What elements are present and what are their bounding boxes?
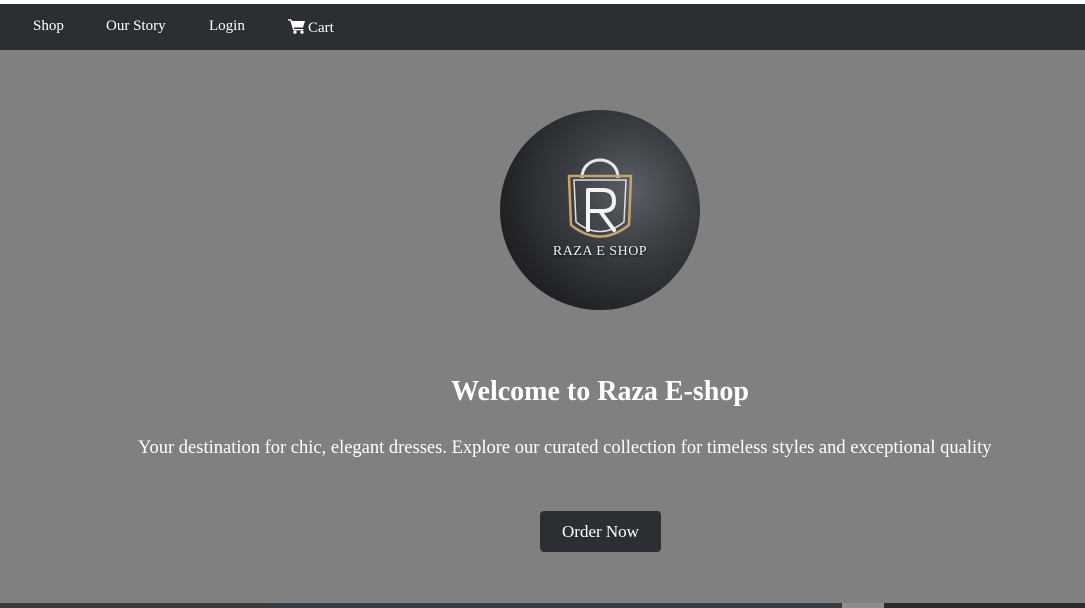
hero-subtitle: Your destination for chic, elegant dress… [138, 438, 992, 458]
brand-logo: RAZA E SHOP [500, 110, 700, 310]
cart-icon [288, 19, 305, 34]
bottom-image-strip-gap [842, 603, 884, 608]
bottom-image-strip-right [884, 603, 1085, 608]
cart-label: Cart [308, 20, 334, 36]
order-now-button[interactable]: Order Now [540, 511, 661, 552]
nav-cart-link[interactable]: Cart [288, 18, 334, 37]
bottom-image-strip-left [0, 603, 262, 608]
bottom-image-strip-center [262, 603, 842, 608]
logo-text: RAZA E SHOP [552, 244, 648, 259]
hero-title: Welcome to Raza E-shop [451, 376, 749, 407]
nav-our-story-link[interactable]: Our Story [106, 18, 166, 35]
nav-login-link[interactable]: Login [209, 18, 245, 35]
shopping-bag-logo-icon [567, 158, 633, 238]
top-navbar: Shop Our Story Login Cart [0, 4, 1085, 50]
nav-shop-link[interactable]: Shop [33, 18, 64, 35]
hero-section: RAZA E SHOP Welcome to Raza E-shop Your … [0, 50, 1085, 603]
